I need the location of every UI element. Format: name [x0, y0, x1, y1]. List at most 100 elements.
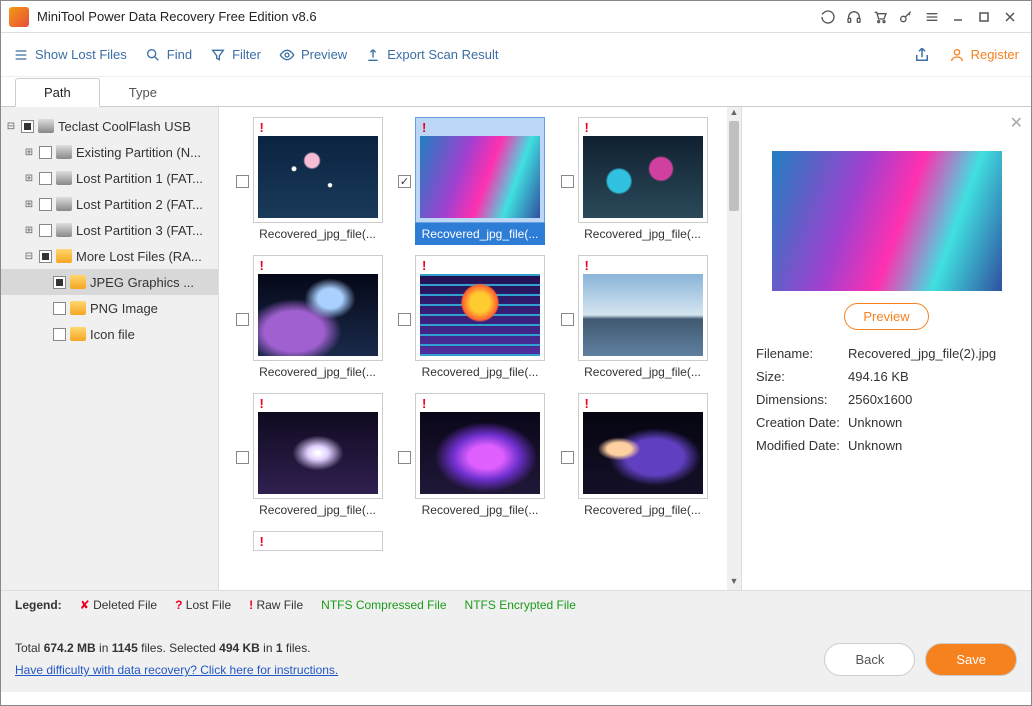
tree-node-lost2[interactable]: ⊞Lost Partition 2 (FAT... [1, 191, 218, 217]
export-scan-button[interactable]: Export Scan Result [365, 47, 498, 63]
raw-marker-icon: ! [256, 258, 380, 272]
meta-label: Creation Date: [756, 415, 848, 430]
tab-type[interactable]: Type [100, 78, 186, 107]
thumb-checkbox[interactable] [398, 313, 411, 326]
show-lost-files-button[interactable]: Show Lost Files [13, 47, 127, 63]
raw-marker-icon: ! [418, 120, 542, 134]
tree-node-jpeg[interactable]: JPEG Graphics ... [1, 269, 218, 295]
eye-icon [279, 47, 295, 63]
thumbnail-item[interactable]: ! [253, 531, 383, 551]
close-button[interactable] [997, 4, 1023, 30]
thumb-checkbox[interactable] [236, 175, 249, 188]
raw-marker-icon: ! [418, 258, 542, 272]
raw-marker-icon: ! [418, 396, 542, 410]
raw-marker-icon: ! [581, 396, 705, 410]
thumbnail-item[interactable]: !Recovered_jpg_file(... [578, 393, 708, 521]
tabs: Path Type [1, 77, 1031, 107]
meta-value: Unknown [848, 438, 902, 453]
checkbox[interactable] [39, 224, 52, 237]
preview-image [772, 151, 1002, 291]
preview-open-button[interactable]: Preview [844, 303, 928, 330]
scroll-down-icon[interactable]: ▼ [727, 576, 741, 590]
folder-icon [70, 301, 86, 315]
scroll-handle[interactable] [729, 121, 739, 211]
tree-node-lost3[interactable]: ⊞Lost Partition 3 (FAT... [1, 217, 218, 243]
checkbox[interactable] [39, 198, 52, 211]
thumb-checkbox[interactable] [236, 451, 249, 464]
share-icon[interactable] [913, 46, 931, 64]
headset-icon[interactable] [841, 4, 867, 30]
meta-value: Unknown [848, 415, 902, 430]
raw-marker-icon: ! [581, 258, 705, 272]
cart-icon[interactable] [867, 4, 893, 30]
checkbox[interactable] [39, 146, 52, 159]
tab-path[interactable]: Path [15, 78, 100, 107]
filter-button[interactable]: Filter [210, 47, 261, 63]
scroll-up-icon[interactable]: ▲ [727, 107, 741, 121]
thumb-checkbox[interactable] [561, 451, 574, 464]
meta-value: 2560x1600 [848, 392, 912, 407]
thumbnail-item[interactable]: !Recovered_jpg_file(... [415, 255, 545, 383]
key-icon[interactable] [893, 4, 919, 30]
find-button[interactable]: Find [145, 47, 192, 63]
thumbnail-image [258, 136, 378, 218]
thumb-checkbox[interactable] [561, 313, 574, 326]
drive-icon [56, 171, 72, 185]
menu-icon[interactable] [919, 4, 945, 30]
checkbox[interactable] [39, 172, 52, 185]
drive-icon [56, 145, 72, 159]
funnel-icon [210, 47, 226, 63]
user-icon [949, 47, 965, 63]
app-title: MiniTool Power Data Recovery Free Editio… [37, 9, 815, 24]
folder-icon [70, 275, 86, 289]
tree-root[interactable]: ⊟Teclast CoolFlash USB [1, 113, 218, 139]
thumbnail-image [583, 136, 703, 218]
refresh-icon[interactable] [815, 4, 841, 30]
folder-icon [70, 327, 86, 341]
thumbnail-image [420, 412, 540, 494]
thumbnail-item[interactable]: !Recovered_jpg_file(... [415, 117, 545, 245]
meta-label: Size: [756, 369, 848, 384]
checkbox[interactable] [53, 276, 66, 289]
thumbnail-image [420, 136, 540, 218]
tree-node-more-lost[interactable]: ⊟More Lost Files (RA... [1, 243, 218, 269]
checkbox[interactable] [39, 250, 52, 263]
tree-node-icon[interactable]: Icon file [1, 321, 218, 347]
thumbnail-image [258, 274, 378, 356]
thumb-checkbox[interactable] [398, 451, 411, 464]
meta-label: Filename: [756, 346, 848, 361]
raw-marker-icon: ! [581, 120, 705, 134]
save-button[interactable]: Save [925, 643, 1017, 676]
checkbox[interactable] [53, 328, 66, 341]
thumbnail-item[interactable]: !Recovered_jpg_file(... [253, 117, 383, 245]
tree-node-lost1[interactable]: ⊞Lost Partition 1 (FAT... [1, 165, 218, 191]
thumbnail-item[interactable]: !Recovered_jpg_file(... [253, 255, 383, 383]
thumb-checkbox[interactable] [398, 175, 411, 188]
checkbox[interactable] [53, 302, 66, 315]
checkbox[interactable] [21, 120, 34, 133]
thumb-checkbox[interactable] [236, 313, 249, 326]
scrollbar[interactable]: ▲ ▼ [727, 107, 741, 590]
thumb-checkbox[interactable] [561, 175, 574, 188]
raw-marker-icon: ! [256, 534, 380, 548]
tree-node-existing[interactable]: ⊞Existing Partition (N... [1, 139, 218, 165]
legend-lost: ? Lost File [175, 598, 231, 612]
thumbnail-item[interactable]: !Recovered_jpg_file(... [578, 117, 708, 245]
meta-label: Modified Date: [756, 438, 848, 453]
meta-value: Recovered_jpg_file(2).jpg [848, 346, 996, 361]
back-button[interactable]: Back [824, 643, 915, 676]
close-preview-button[interactable]: ✕ [1010, 113, 1023, 133]
thumbnail-item[interactable]: !Recovered_jpg_file(... [253, 393, 383, 521]
minimize-button[interactable] [945, 4, 971, 30]
preview-button[interactable]: Preview [279, 47, 347, 63]
thumbnail-item[interactable]: !Recovered_jpg_file(... [578, 255, 708, 383]
thumbnail-image [258, 412, 378, 494]
help-link[interactable]: Have difficulty with data recovery? Clic… [15, 663, 338, 677]
meta-value: 494.16 KB [848, 369, 909, 384]
drive-icon [56, 197, 72, 211]
thumbnail-item[interactable]: !Recovered_jpg_file(... [415, 393, 545, 521]
tree-node-png[interactable]: PNG Image [1, 295, 218, 321]
thumbnail-image [420, 274, 540, 356]
maximize-button[interactable] [971, 4, 997, 30]
register-button[interactable]: Register [949, 47, 1019, 63]
